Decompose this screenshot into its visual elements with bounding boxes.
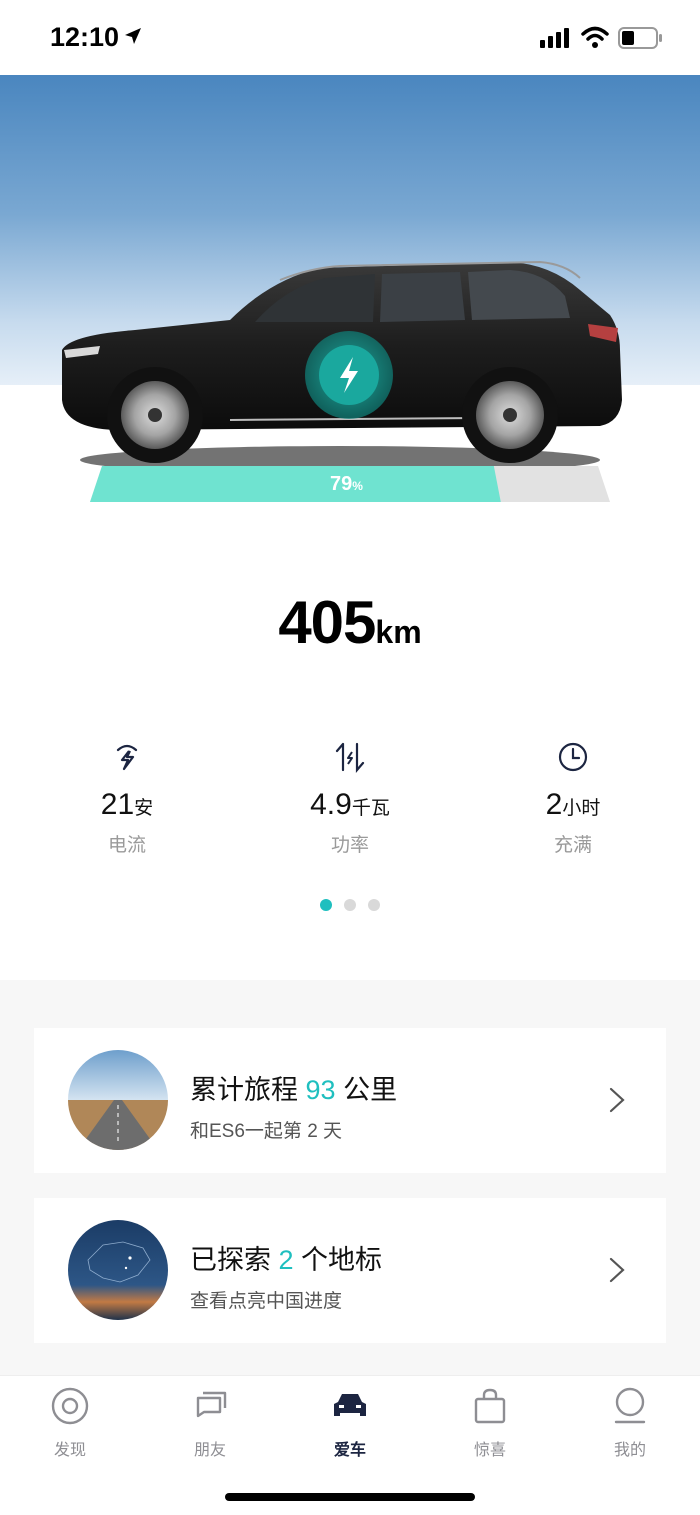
tab-discover-label: 发现 bbox=[53, 1442, 86, 1459]
stat-power-label: 功率 bbox=[330, 835, 369, 856]
trip-distance-card[interactable]: 累计旅程 93 公里 和ES6一起第 2 天 bbox=[34, 1028, 666, 1173]
chat-icon bbox=[196, 1391, 227, 1418]
battery-icon bbox=[618, 27, 662, 49]
tab-car-label: 爱车 bbox=[333, 1442, 366, 1459]
page-indicator[interactable] bbox=[0, 898, 700, 916]
range-display: 405km bbox=[0, 588, 700, 657]
range-unit: km bbox=[375, 614, 422, 650]
charge-percent-value: 79 bbox=[330, 473, 353, 495]
chevron-right-icon bbox=[609, 1257, 625, 1283]
stat-current-unit: 安 bbox=[134, 798, 154, 819]
location-arrow-icon bbox=[125, 28, 141, 44]
tab-surprise[interactable]: 惊喜 bbox=[440, 1386, 540, 1460]
trip-distance-suffix: 公里 bbox=[335, 1075, 398, 1105]
charge-percent-label: 79% bbox=[330, 473, 363, 496]
charge-percent-unit: % bbox=[352, 479, 363, 493]
power-icon bbox=[335, 742, 365, 773]
status-bar: 12:10 bbox=[0, 0, 700, 75]
stat-power-value: 4.9 bbox=[310, 788, 352, 821]
stat-full-time: 2小时 充满 bbox=[483, 740, 663, 857]
tab-car[interactable]: 爱车 bbox=[300, 1386, 400, 1460]
range-value: 405 bbox=[278, 589, 376, 656]
stat-full-time-unit: 小时 bbox=[562, 798, 601, 819]
cellular-signal-icon bbox=[540, 28, 569, 48]
charging-stats[interactable]: 21安 电流 4.9千瓦 功率 2小时 充满 bbox=[0, 740, 700, 870]
stat-power: 4.9千瓦 功率 bbox=[260, 740, 440, 857]
profile-icon bbox=[614, 1387, 646, 1424]
car-icon bbox=[334, 1394, 366, 1416]
stat-current-label: 电流 bbox=[107, 835, 146, 856]
tab-friends[interactable]: 朋友 bbox=[160, 1386, 260, 1460]
discover-icon bbox=[51, 1387, 89, 1425]
landmarks-title: 已探索 2 个地标 bbox=[190, 1238, 382, 1277]
trip-distance-value: 93 bbox=[305, 1075, 336, 1105]
status-time: 12:10 bbox=[50, 22, 120, 52]
landmarks-prefix: 已探索 bbox=[190, 1245, 279, 1275]
page-dot[interactable] bbox=[368, 899, 380, 911]
china-map-thumbnail bbox=[68, 1220, 168, 1320]
stat-power-unit: 千瓦 bbox=[351, 798, 390, 819]
current-icon bbox=[116, 744, 138, 771]
road-thumbnail bbox=[68, 1050, 168, 1150]
tab-surprise-label: 惊喜 bbox=[473, 1442, 506, 1459]
trip-distance-title: 累计旅程 93 公里 bbox=[190, 1068, 397, 1107]
tab-profile-label: 我的 bbox=[613, 1442, 646, 1459]
page-dot[interactable] bbox=[344, 899, 356, 911]
landmarks-suffix: 个地标 bbox=[293, 1245, 383, 1275]
chevron-right-icon bbox=[609, 1087, 625, 1113]
stat-current: 21安 电流 bbox=[37, 740, 217, 857]
shopping-bag-icon bbox=[474, 1388, 506, 1424]
stat-current-value: 21 bbox=[100, 788, 135, 821]
wifi-icon bbox=[581, 26, 609, 48]
landmarks-card[interactable]: 已探索 2 个地标 查看点亮中国进度 bbox=[34, 1198, 666, 1343]
tab-friends-label: 朋友 bbox=[193, 1442, 226, 1459]
landmarks-subtitle: 查看点亮中国进度 bbox=[190, 1291, 343, 1312]
tab-profile[interactable]: 我的 bbox=[580, 1386, 680, 1460]
clock-icon bbox=[558, 742, 588, 772]
summary-section: 累计旅程 93 公里 和ES6一起第 2 天 已探索 2 个地标 查看点亮中国进… bbox=[0, 980, 700, 1375]
landmarks-value: 2 bbox=[278, 1245, 294, 1275]
trip-distance-subtitle: 和ES6一起第 2 天 bbox=[190, 1121, 343, 1142]
home-indicator[interactable] bbox=[225, 1493, 475, 1501]
stat-full-time-label: 充满 bbox=[553, 835, 592, 856]
stat-full-time-value: 2 bbox=[545, 788, 563, 821]
tab-discover[interactable]: 发现 bbox=[20, 1386, 120, 1460]
trip-distance-prefix: 累计旅程 bbox=[190, 1075, 306, 1105]
page-dot[interactable] bbox=[320, 899, 332, 911]
